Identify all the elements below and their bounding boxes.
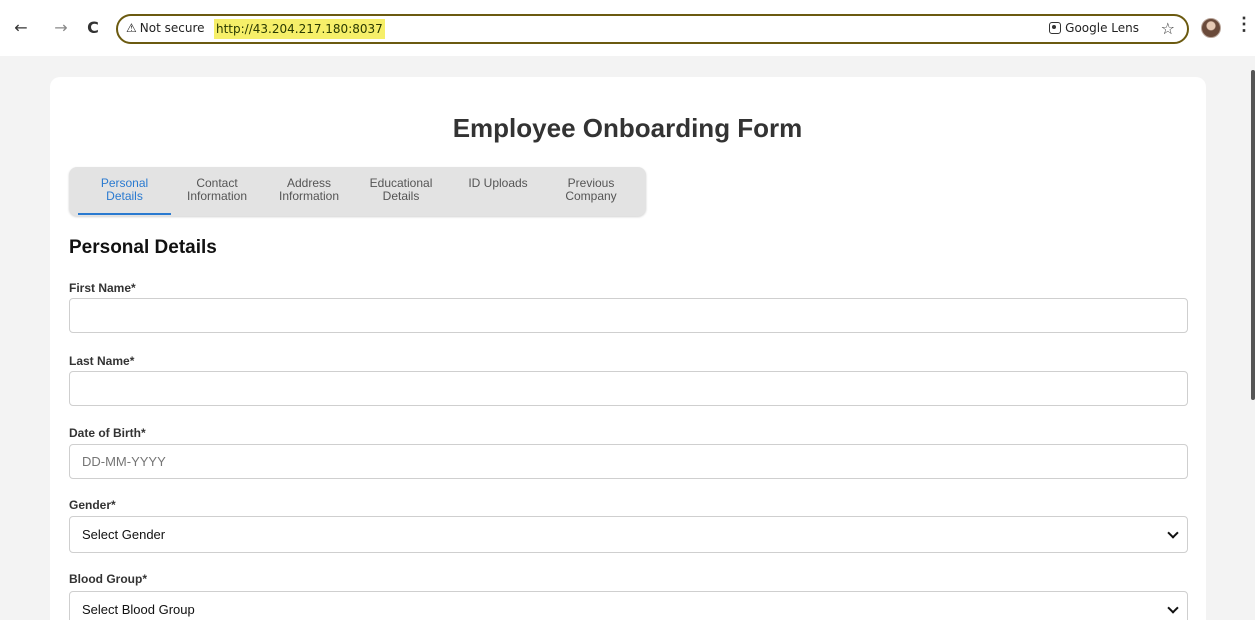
tab-contact-information[interactable]: Contact Information <box>175 177 259 203</box>
active-tab-indicator <box>78 213 171 215</box>
first-name-input[interactable] <box>69 298 1188 333</box>
tab-educational-details[interactable]: Educational Details <box>359 177 443 203</box>
url-text[interactable]: http://43.204.217.180:8037 <box>214 19 385 39</box>
dob-label: Date of Birth* <box>69 426 146 440</box>
blood-group-label: Blood Group* <box>69 572 147 586</box>
tab-label-line2: Company <box>565 189 617 203</box>
blood-group-selected-value: Select Blood Group <box>82 602 195 617</box>
gender-label: Gender* <box>69 498 116 512</box>
last-name-label: Last Name* <box>69 354 135 368</box>
security-label: Not secure <box>139 21 205 35</box>
tab-label-line2: Details <box>106 189 143 203</box>
tab-label-line2: Details <box>382 189 420 203</box>
google-lens-button[interactable]: Google Lens <box>1049 21 1139 35</box>
browser-toolbar: ← → C ⚠ Not secure http://43.204.217.180:… <box>0 0 1255 56</box>
chevron-down-icon <box>1167 602 1179 614</box>
browser-menu-icon[interactable]: ⋮ <box>1235 14 1253 35</box>
reload-icon[interactable]: C <box>82 16 104 40</box>
tab-label-line2: Information <box>186 189 248 203</box>
last-name-input[interactable] <box>69 371 1188 406</box>
warning-icon: ⚠ <box>126 21 137 35</box>
tab-label-line2: Information <box>278 189 340 203</box>
section-title: Personal Details <box>69 237 217 258</box>
tab-label-line1: ID Uploads <box>468 176 528 190</box>
blood-group-select[interactable]: Select Blood Group <box>69 591 1188 620</box>
lens-icon <box>1049 22 1062 34</box>
gender-selected-value: Select Gender <box>82 527 166 542</box>
page-title: Employee Onboarding Form <box>452 113 803 143</box>
tab-personal-details[interactable]: Personal Details <box>83 177 166 203</box>
bookmark-star-icon[interactable]: ☆ <box>1161 19 1175 38</box>
gender-select[interactable]: Select Gender <box>69 516 1188 553</box>
profile-avatar[interactable] <box>1201 18 1221 38</box>
forward-arrow-icon[interactable]: → <box>50 16 72 40</box>
tab-address-information[interactable]: Address Information <box>267 177 351 203</box>
form-tabs: Personal Details Contact Information Add… <box>69 167 646 216</box>
back-arrow-icon[interactable]: ← <box>10 16 32 40</box>
chevron-down-icon <box>1167 527 1179 539</box>
tab-previous-company[interactable]: Previous Company <box>547 177 635 203</box>
first-name-label: First Name* <box>69 281 136 295</box>
dob-input[interactable] <box>69 444 1188 479</box>
security-indicator[interactable]: ⚠ Not secure <box>126 21 205 35</box>
tab-id-uploads[interactable]: ID Uploads <box>451 177 545 190</box>
lens-label: Google Lens <box>1065 21 1139 35</box>
address-bar[interactable]: ⚠ Not secure http://43.204.217.180:8037 G… <box>116 14 1189 44</box>
